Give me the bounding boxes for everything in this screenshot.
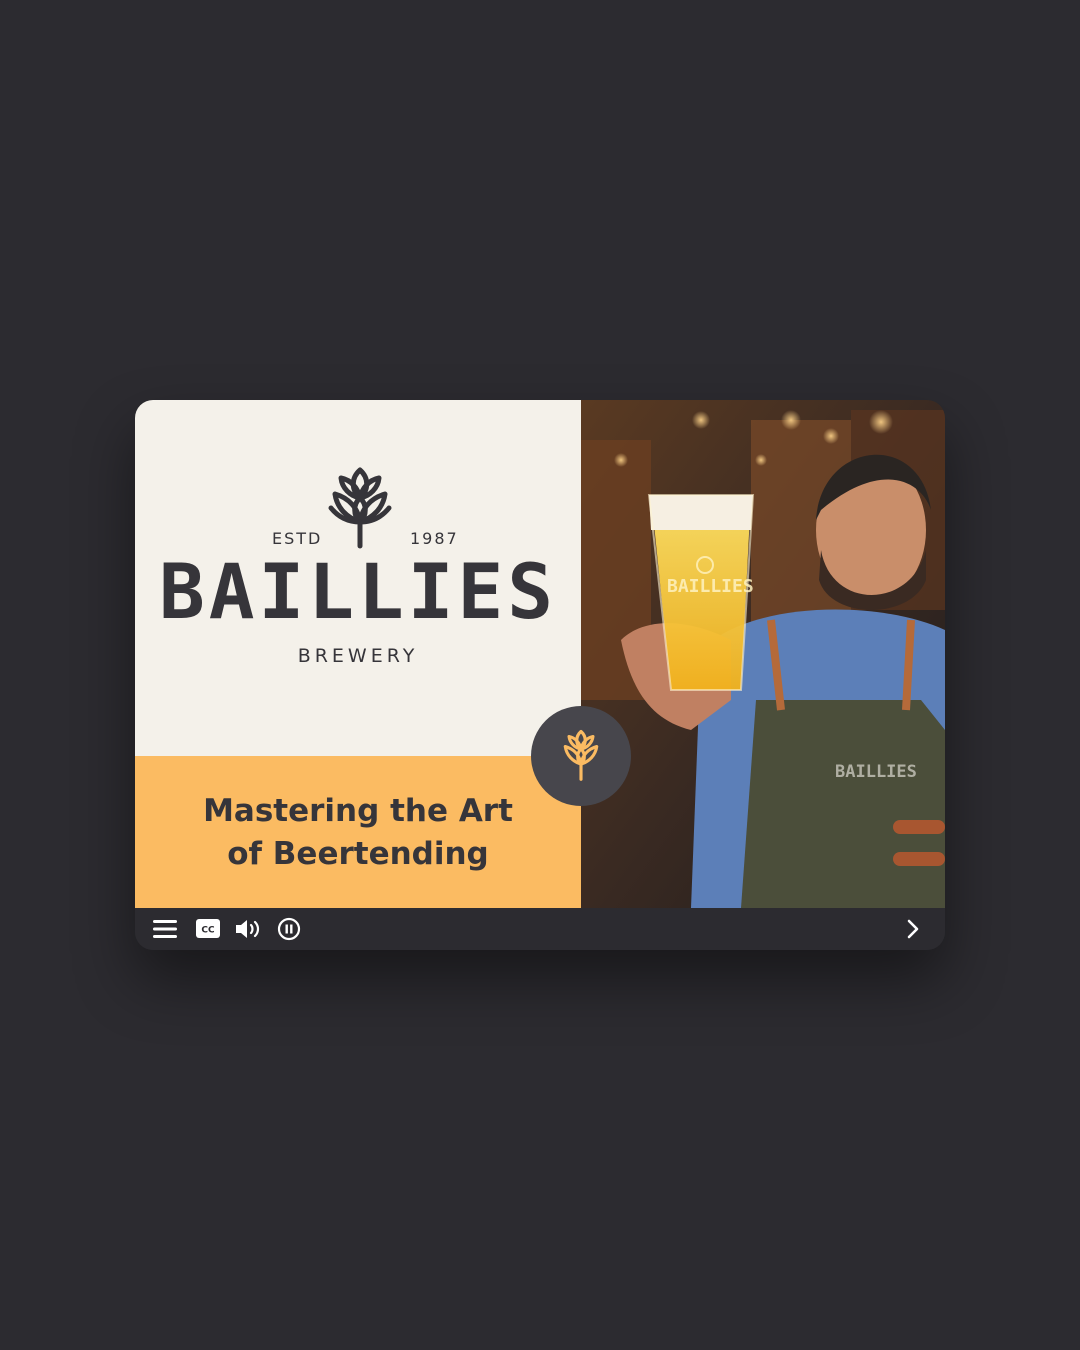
brand-name: BAILLIES (158, 547, 558, 636)
slide: ESTD 1987 BAILLIES BREWERY Mastering the… (135, 400, 945, 908)
next-button[interactable] (900, 917, 926, 941)
bartender-photo: BAILLIES BAILLIES (581, 400, 945, 908)
captions-button[interactable]: CC (195, 917, 221, 941)
course-title-line-2: of Beertending (227, 836, 489, 872)
brand-subtitle: BREWERY (297, 645, 419, 667)
volume-button[interactable] (234, 917, 264, 941)
slide-left-pane: ESTD 1987 BAILLIES BREWERY Mastering the… (135, 400, 581, 908)
hop-badge (531, 706, 631, 806)
course-player: ESTD 1987 BAILLIES BREWERY Mastering the… (135, 400, 945, 950)
volume-icon (236, 920, 260, 938)
course-title-line-1: Mastering the Art (203, 793, 513, 829)
logo-area: ESTD 1987 BAILLIES BREWERY (135, 400, 581, 756)
year-label: 1987 (410, 529, 459, 548)
bartender-illustration (581, 400, 945, 908)
pause-button[interactable] (276, 917, 302, 941)
hop-logo-icon (328, 467, 392, 549)
estd-label: ESTD (272, 529, 323, 548)
chevron-right-icon (907, 919, 919, 939)
glass-brand-text: BAILLIES (667, 576, 754, 597)
apron-brand-text: BAILLIES (835, 762, 917, 782)
hop-badge-icon (563, 729, 599, 781)
menu-icon (153, 920, 177, 938)
menu-button[interactable] (152, 917, 178, 941)
cc-icon: CC (196, 919, 220, 938)
player-controls: CC (135, 908, 945, 950)
svg-text:CC: CC (201, 926, 215, 936)
course-title: Mastering the Art of Beertending (175, 790, 541, 876)
pause-icon (277, 917, 301, 941)
